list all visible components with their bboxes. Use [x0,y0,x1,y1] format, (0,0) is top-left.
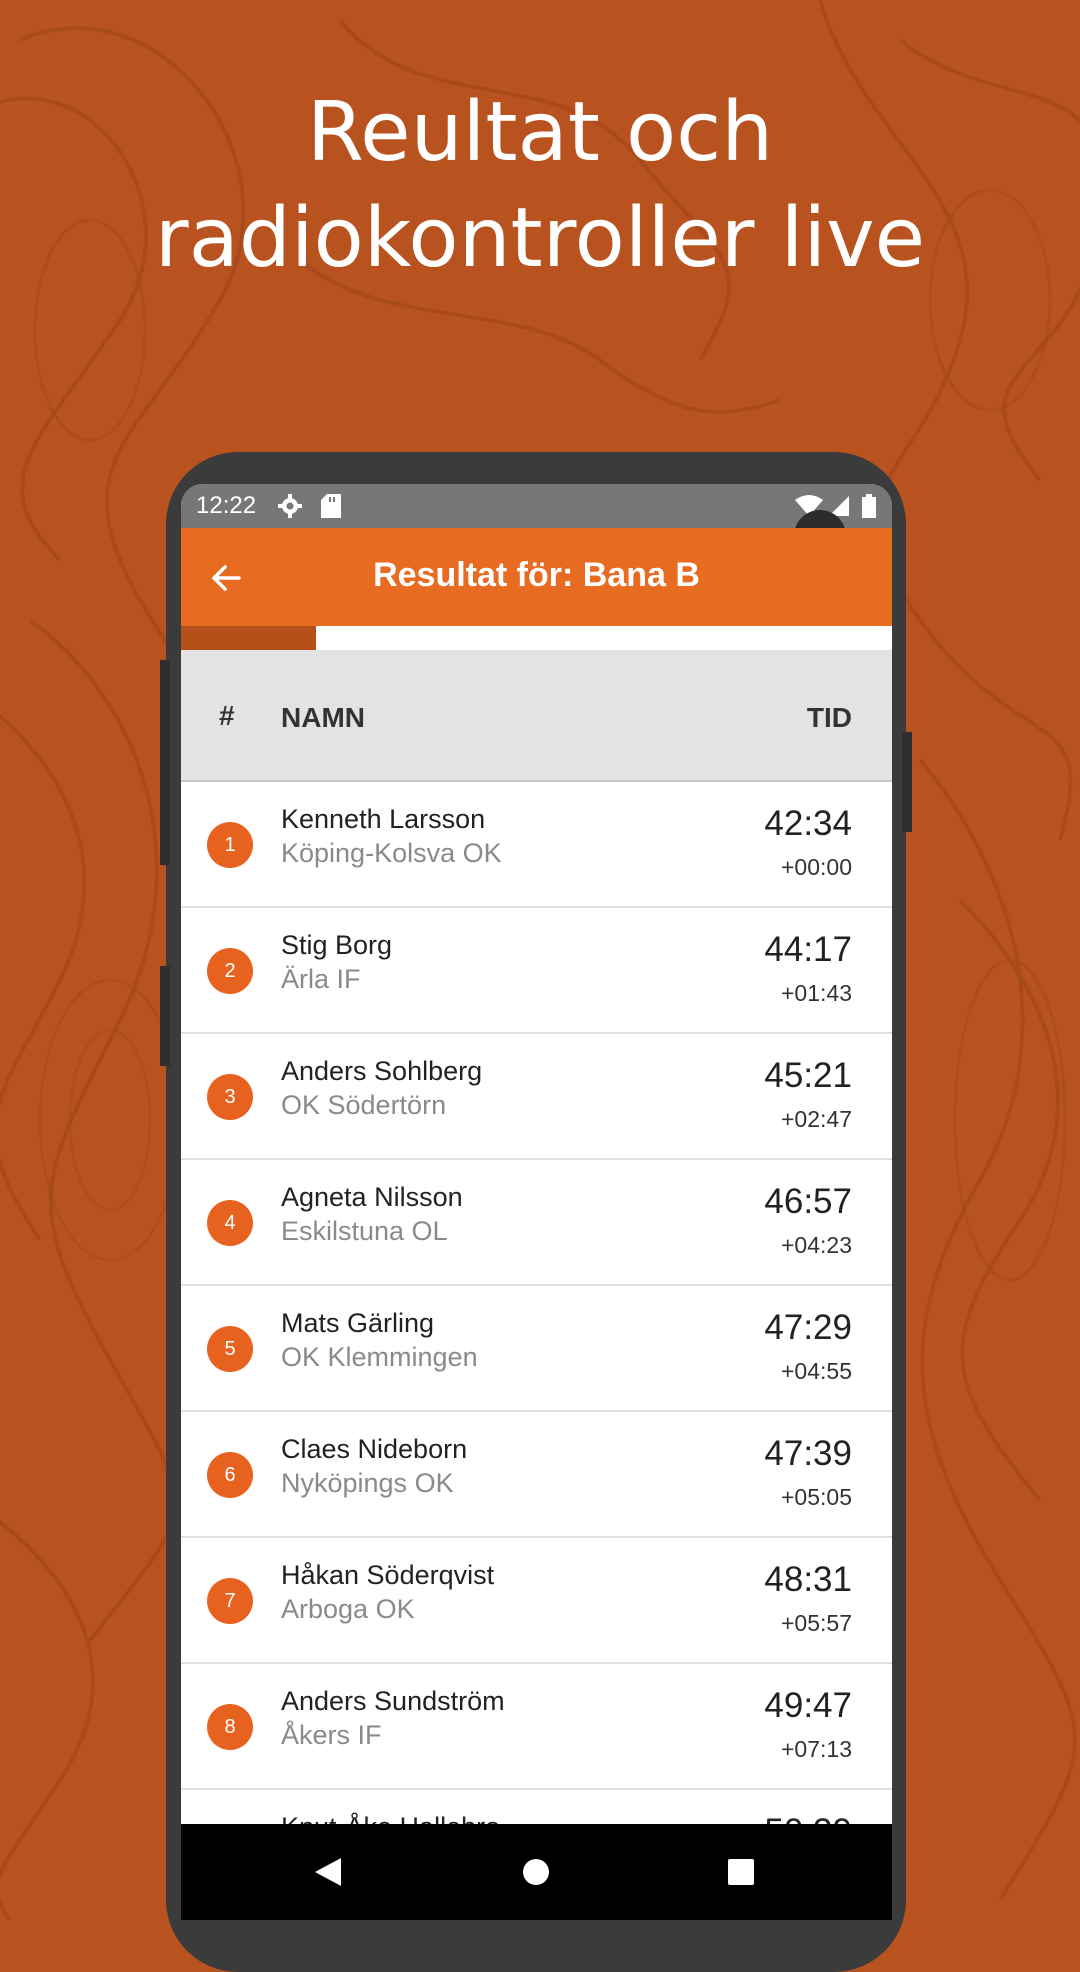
runner-name: Claes Nideborn [281,1434,468,1464]
header-time: TID [806,702,852,733]
recents-square-icon[interactable] [727,1858,755,1886]
progress-bar [181,626,892,650]
runner-time: 47:39 [764,1434,852,1473]
status-time: 12:22 [196,492,257,519]
progress-bar-fill [181,626,317,650]
phone-screen: 12:22 Resultat för: Bana B # NAMN TID 1 … [181,484,892,1920]
phone-side-button [160,660,170,865]
runner-club: Köping-Kolsva OK [281,838,502,868]
runner-time-diff: +05:05 [781,1484,852,1510]
page-title: Resultat för: Bana B [373,556,700,594]
runner-time-diff: +04:23 [781,1232,852,1258]
rank-badge: 8 [207,1704,253,1750]
header-name: NAMN [281,702,365,733]
runner-club: OK Klemmingen [281,1342,478,1372]
results-list: 1 Kenneth Larsson Köping-Kolsva OK 42:34… [181,782,892,1916]
rank-badge: 2 [207,948,253,994]
phone-side-button [902,732,912,832]
runner-time-diff: +01:43 [781,980,852,1006]
runner-club: OK Södertörn [281,1090,447,1120]
table-header: # NAMN TID [181,650,892,782]
runner-time: 42:34 [764,804,852,843]
runner-name: Håkan Söderqvist [281,1560,495,1590]
runner-name: Stig Borg [281,930,393,960]
table-row[interactable]: 7 Håkan Söderqvist Arboga OK 48:31 +05:5… [181,1538,892,1664]
runner-time-diff: +00:00 [781,854,852,880]
runner-name: Agneta Nilsson [281,1182,463,1212]
battery-icon [862,494,876,518]
rank-badge: 1 [207,822,253,868]
back-triangle-icon[interactable] [313,1856,343,1888]
runner-time-diff: +07:13 [781,1736,852,1762]
runner-time: 47:29 [764,1308,852,1347]
phone-side-button [160,966,170,1066]
headline: Reultat och radiokontroller live [0,80,1080,292]
runner-time: 48:31 [764,1560,852,1599]
runner-club: Nyköpings OK [281,1468,454,1498]
sd-card-icon [321,494,341,518]
runner-name: Anders Sohlberg [281,1056,483,1086]
runner-time: 46:57 [764,1182,852,1221]
rank-badge: 4 [207,1200,253,1246]
runner-name: Mats Gärling [281,1308,435,1338]
runner-club: Eskilstuna OL [281,1216,448,1246]
table-row[interactable]: 1 Kenneth Larsson Köping-Kolsva OK 42:34… [181,782,892,908]
table-row[interactable]: 4 Agneta Nilsson Eskilstuna OL 46:57 +04… [181,1160,892,1286]
home-circle-icon[interactable] [521,1857,551,1887]
headline-line-1: Reultat och [306,85,774,180]
runner-time: 45:21 [764,1056,852,1095]
runner-club: Arboga OK [281,1594,415,1624]
runner-time-diff: +04:55 [781,1358,852,1384]
rank-badge: 7 [207,1578,253,1624]
table-row[interactable]: 2 Stig Borg Ärla IF 44:17 +01:43 [181,908,892,1034]
header-rank: # [219,700,235,731]
rank-badge: 3 [207,1074,253,1120]
runner-name: Kenneth Larsson [281,804,486,834]
system-nav-bar [181,1824,892,1920]
gear-icon [278,494,302,518]
headline-line-2: radiokontroller live [154,191,926,286]
runner-time-diff: +02:47 [781,1106,852,1132]
app-bar: Resultat för: Bana B [181,528,892,626]
rank-badge: 6 [207,1452,253,1498]
table-row[interactable]: 6 Claes Nideborn Nyköpings OK 47:39 +05:… [181,1412,892,1538]
table-row[interactable]: 8 Anders Sundström Åkers IF 49:47 +07:13 [181,1664,892,1790]
rank-badge: 5 [207,1326,253,1372]
runner-club: Ärla IF [281,964,361,994]
table-row[interactable]: 3 Anders Sohlberg OK Södertörn 45:21 +02… [181,1034,892,1160]
table-row[interactable]: 5 Mats Gärling OK Klemmingen 47:29 +04:5… [181,1286,892,1412]
status-bar: 12:22 [181,484,892,528]
runner-time-diff: +05:57 [781,1610,852,1636]
runner-name: Anders Sundström [281,1686,505,1716]
runner-club: Åkers IF [281,1720,382,1750]
runner-time: 44:17 [764,930,852,969]
runner-time: 49:47 [764,1686,852,1725]
